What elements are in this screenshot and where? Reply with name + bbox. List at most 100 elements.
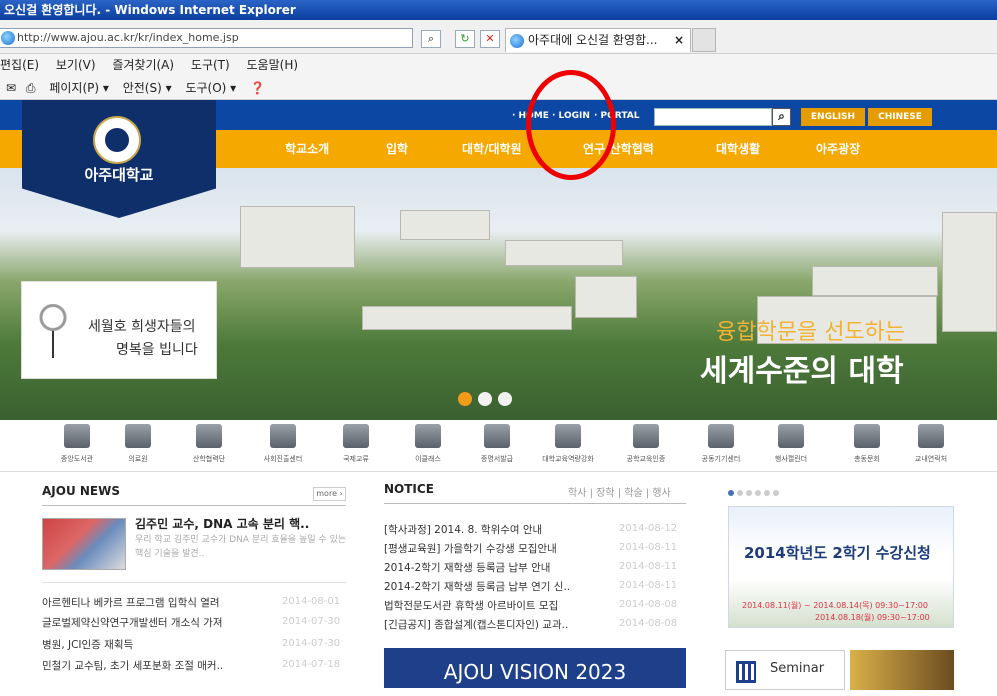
search-icon[interactable]: ⌕ — [772, 108, 791, 126]
notice-date: 2014-08-11 — [619, 542, 678, 553]
notice-category-tabs[interactable]: 학사 | 장학 | 학술 | 행사 — [568, 484, 671, 499]
quick-equipment[interactable]: 공동기기센터 — [694, 424, 748, 464]
slide-dot[interactable] — [478, 392, 492, 406]
quick-contacts[interactable]: 교내연락처 — [904, 424, 958, 464]
globe-icon — [343, 424, 369, 448]
graduation-cap-icon — [854, 424, 880, 448]
notice-item[interactable]: 2014-2학기 재학생 등록금 납부 안내 — [384, 560, 550, 575]
quick-career[interactable]: 사회진출센터 — [256, 424, 310, 464]
new-tab-button[interactable] — [692, 28, 716, 52]
nav-about[interactable]: 학교소개 — [285, 140, 329, 157]
address-url: http://www.ajou.ac.kr/kr/index_home.jsp — [17, 31, 239, 44]
seminar-label: Seminar — [770, 661, 825, 676]
quick-library[interactable]: 중앙도서관 — [50, 424, 104, 464]
pager-dot[interactable] — [773, 490, 779, 496]
notice-item[interactable]: 법학전문도서관 휴학생 아르바이트 모집 — [384, 598, 558, 613]
slide-dot-active[interactable] — [458, 392, 472, 406]
white-flower-icon — [38, 304, 68, 358]
campus-building — [362, 306, 572, 330]
search-dropdown-button[interactable]: ⌕ — [421, 30, 441, 48]
featured-news-title[interactable]: 김주민 교수, DNA 고속 분리 핵.. — [135, 515, 309, 532]
slide-dot[interactable] — [498, 392, 512, 406]
notice-date: 2014-08-08 — [619, 618, 678, 629]
pager-dot[interactable] — [746, 490, 752, 496]
quick-medical[interactable]: 의료원 — [111, 424, 165, 464]
banner-pager[interactable] — [728, 486, 782, 499]
red-highlight-circle — [526, 70, 616, 180]
nav-campus-life[interactable]: 대학생활 — [716, 140, 760, 157]
refresh-icon[interactable]: ↻ — [455, 30, 475, 48]
menu-tools[interactable]: 도구(T) — [191, 58, 230, 72]
news-item[interactable]: 민철기 교수팀, 초기 세포분화 조절 매커.. — [42, 658, 223, 673]
divider — [42, 582, 346, 583]
address-row: http://www.ajou.ac.kr/kr/index_home.jsp … — [0, 20, 997, 54]
slogan-line-2: 세계수준의 대학 — [700, 354, 904, 389]
pager-dot[interactable] — [737, 490, 743, 496]
news-date: 2014-08-01 — [282, 596, 341, 607]
news-item[interactable]: 아르헨티나 베카르 프로그램 입학식 열려 — [42, 595, 220, 610]
menu-edit[interactable]: 편집(E) — [0, 58, 39, 72]
news-item[interactable]: 글로벌제약신약연구개발센터 개소식 가져 — [42, 615, 223, 630]
certificate-icon — [484, 424, 510, 448]
news-thumbnail[interactable] — [42, 518, 126, 570]
nav-plaza[interactable]: 아주광장 — [816, 140, 860, 157]
quick-engineering[interactable]: 공학교육인증 — [619, 424, 673, 464]
pager-dot[interactable] — [764, 490, 770, 496]
chinese-button[interactable]: CHINESE — [868, 108, 932, 126]
mail-icon[interactable]: ✉ — [6, 81, 16, 95]
equipment-icon — [708, 424, 734, 448]
quick-industry[interactable]: 산학협력단 — [182, 424, 236, 464]
building-icon — [736, 661, 756, 683]
registration-period-1: 2014.08.11(월) ~ 2014.08.14(목) 09:30~17:0… — [742, 601, 928, 610]
pager-dot[interactable] — [755, 490, 761, 496]
stop-icon[interactable]: ✕ — [480, 30, 500, 48]
nav-colleges[interactable]: 대학/대학원 — [462, 140, 522, 157]
quick-calendar[interactable]: 행사캘린더 — [764, 424, 818, 464]
campus-building — [240, 206, 355, 268]
seminar-banner[interactable]: Seminar — [725, 650, 845, 690]
nav-admission[interactable]: 입학 — [386, 140, 408, 157]
quick-alumni[interactable]: 총동문회 — [840, 424, 894, 464]
eclass-icon — [415, 424, 441, 448]
news-more-button[interactable]: more › — [313, 487, 346, 501]
industry-icon — [196, 424, 222, 448]
news-heading: AJOU NEWS — [42, 484, 120, 498]
cmd-safety[interactable]: 안전(S) ▾ — [123, 81, 172, 95]
cmd-page[interactable]: 페이지(P) ▾ — [49, 81, 109, 95]
calendar-icon — [778, 424, 804, 448]
cmd-tools[interactable]: 도구(O) ▾ — [185, 81, 236, 95]
quick-international[interactable]: 국제교류 — [329, 424, 383, 464]
notice-item[interactable]: [학사과정] 2014. 8. 학위수여 안내 — [384, 522, 542, 537]
menu-view[interactable]: 보기(V) — [56, 58, 96, 72]
tab-label: 아주대에 오신걸 환영합... — [528, 33, 658, 47]
notice-item[interactable]: [평생교육원] 가을학기 수강생 모집안내 — [384, 541, 557, 556]
help-icon[interactable]: ❓ — [250, 81, 265, 95]
site-search-input[interactable] — [654, 108, 772, 126]
menu-help[interactable]: 도움말(H) — [247, 58, 299, 72]
quick-certificate[interactable]: 증명서발급 — [470, 424, 524, 464]
news-item[interactable]: 병원, JCI인증 재획득 — [42, 637, 133, 652]
campus-building — [400, 210, 490, 240]
hospital-icon — [125, 424, 151, 448]
career-icon — [270, 424, 296, 448]
news-date: 2014-07-18 — [282, 659, 341, 670]
address-bar[interactable]: http://www.ajou.ac.kr/kr/index_home.jsp — [0, 28, 413, 48]
pager-dot-active[interactable] — [728, 490, 734, 496]
tab-close-icon[interactable]: × — [674, 29, 684, 51]
campus-building — [812, 266, 938, 296]
promo-banner[interactable] — [850, 650, 954, 690]
quick-ace[interactable]: 대학교육역량강화 — [541, 424, 595, 464]
vision-banner[interactable]: AJOU VISION 2023 — [384, 648, 686, 688]
quick-eclass[interactable]: 이클래스 — [401, 424, 455, 464]
english-button[interactable]: ENGLISH — [801, 108, 865, 126]
slogan-line-1: 융합학문을 선도하는 — [716, 320, 906, 345]
logo-text: 아주대학교 — [84, 166, 154, 184]
notice-item[interactable]: 2014-2학기 재학생 등록금 납부 연기 신.. — [384, 579, 570, 594]
news-date: 2014-07-30 — [282, 616, 341, 627]
menu-favorites[interactable]: 즐겨찾기(A) — [112, 58, 174, 72]
window-title: 오신걸 환영합니다. - Windows Internet Explorer — [4, 3, 296, 17]
browser-tab[interactable]: 아주대에 오신걸 환영합... × — [505, 28, 691, 52]
notice-item[interactable]: [긴급공지] 종합설계(캡스톤디자인) 교과.. — [384, 617, 568, 632]
print-icon[interactable]: ⎙ — [26, 81, 36, 95]
notice-date: 2014-08-08 — [619, 599, 678, 610]
